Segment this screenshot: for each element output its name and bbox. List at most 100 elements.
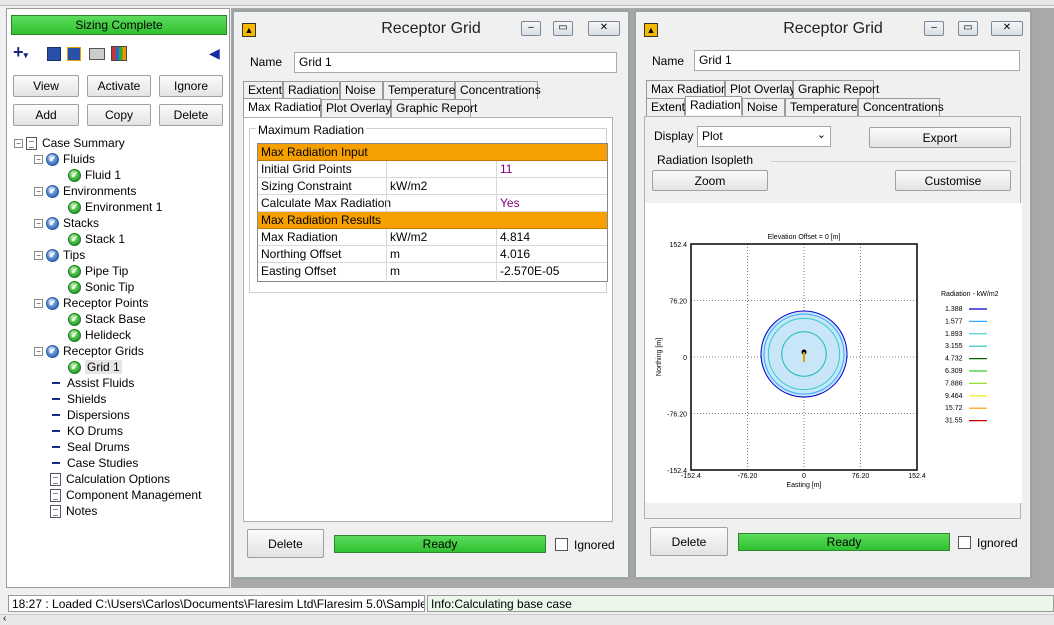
save-icon[interactable]	[47, 47, 61, 61]
collapse-arrow-icon[interactable]: ◀	[209, 45, 220, 62]
tab-temperature[interactable]: Temperature	[383, 81, 455, 99]
tab-extent[interactable]: Extent	[646, 98, 685, 116]
sidebar-toolbar: +▾ ◀	[11, 42, 227, 65]
collapse-toggle-icon[interactable]: −	[34, 154, 43, 164]
collapse-toggle-icon[interactable]: −	[34, 346, 43, 356]
add-menu-icon[interactable]: +▾	[13, 42, 28, 63]
scroll-left-icon[interactable]: ‹	[3, 613, 6, 624]
tab-content-panel: Maximum Radiation Max Radiation Input In…	[243, 117, 613, 522]
minimize-button[interactable]: ‒	[521, 21, 541, 36]
ready-status-bar: Ready	[738, 533, 950, 551]
radiation-isopleth-chart: Elevation Offset = 0 [m] -152.4 -76.20 0 76.…	[645, 203, 1022, 503]
tree-item-tips[interactable]: − ✓ Tips	[34, 247, 85, 263]
name-input[interactable]: Grid 1	[694, 50, 1020, 71]
tab-graphic-report[interactable]: Graphic Report	[391, 99, 477, 117]
ignore-button[interactable]: Ignore	[159, 75, 223, 97]
close-button[interactable]: ✕	[588, 21, 620, 36]
tree-item-assist-fluids[interactable]: Assist Fluids	[50, 375, 134, 391]
zoom-button[interactable]: Zoom	[652, 170, 768, 191]
ignored-checkbox[interactable]	[555, 538, 568, 551]
tab-radiation[interactable]: Radiation	[283, 81, 340, 99]
minimize-button[interactable]: ‒	[924, 21, 944, 36]
y-tick-label: 0	[683, 355, 687, 362]
check-ok-icon: ✓	[68, 168, 81, 182]
tree-item-dispersions[interactable]: Dispersions	[50, 407, 130, 423]
tab-temperature[interactable]: Temperature	[785, 98, 858, 116]
tree-item-shields[interactable]: Shields	[50, 391, 106, 407]
library-icon[interactable]	[111, 46, 127, 61]
ignored-checkbox[interactable]	[958, 536, 971, 549]
tab-concentrations[interactable]: Concentrations	[455, 81, 541, 99]
legend-label: 4.732	[945, 356, 963, 363]
tree-item-fluids[interactable]: − ✓ Fluids	[34, 151, 95, 167]
table-row[interactable]: Easting Offset m -2.570E-05	[258, 263, 607, 280]
name-input[interactable]: Grid 1	[294, 52, 617, 73]
tab-max-radiation[interactable]: Max Radiation	[243, 98, 325, 117]
tree-item-stack-1[interactable]: ✓ Stack 1	[68, 231, 125, 247]
collapse-toggle-icon[interactable]: −	[34, 218, 43, 228]
tree-item-ko-drums[interactable]: KO Drums	[50, 423, 123, 439]
collapse-toggle-icon[interactable]: −	[34, 186, 43, 196]
tree-item-sonic-tip[interactable]: ✓ Sonic Tip	[68, 279, 134, 295]
tree-item-pipe-tip[interactable]: ✓ Pipe Tip	[68, 263, 128, 279]
tab-graphic-report[interactable]: Graphic Report	[793, 80, 879, 98]
tab-radiation[interactable]: Radiation	[685, 96, 742, 115]
tab-noise[interactable]: Noise	[340, 81, 383, 99]
tree-item-case-studies[interactable]: Case Studies	[50, 455, 138, 471]
ignored-label: Ignored	[574, 538, 615, 552]
tree-item-receptor-grids[interactable]: − ✓ Receptor Grids	[34, 343, 144, 359]
activate-button[interactable]: Activate	[87, 75, 151, 97]
tree-item-stack-base[interactable]: ✓ Stack Base	[68, 311, 146, 327]
table-row[interactable]: Max Radiation kW/m2 4.814	[258, 229, 607, 246]
collapse-toggle-icon[interactable]: −	[34, 298, 43, 308]
tree-item-helideck[interactable]: ✓ Helideck	[68, 327, 131, 343]
row-label: Max Radiation	[261, 230, 338, 244]
check-status-icon: ✓	[46, 296, 59, 310]
collapse-toggle-icon[interactable]: −	[14, 138, 23, 148]
tree-item-grid-1[interactable]: ✓ Grid 1	[68, 359, 122, 375]
close-button[interactable]: ✕	[991, 21, 1023, 36]
tree-item-component-management[interactable]: Component Management	[50, 487, 201, 503]
tab-extent[interactable]: Extent	[243, 81, 283, 99]
tree-item-seal-drums[interactable]: Seal Drums	[50, 439, 130, 455]
restore-button[interactable]: ▭	[958, 21, 978, 36]
empty-node-icon	[52, 446, 60, 448]
table-row[interactable]: Initial Grid Points 11	[258, 161, 607, 178]
delete-grid-button[interactable]: Delete	[650, 527, 728, 556]
table-row[interactable]: Calculate Max Radiation Yes	[258, 195, 607, 212]
export-button[interactable]: Export	[869, 127, 1011, 148]
tree-label: Component Management	[66, 488, 202, 502]
row-value[interactable]: 11	[500, 162, 512, 176]
customise-button[interactable]: Customise	[895, 170, 1011, 191]
tree-item-environment-1[interactable]: ✓ Environment 1	[68, 199, 162, 215]
view-button[interactable]: View	[13, 75, 79, 97]
tree-item-receptor-points[interactable]: − ✓ Receptor Points	[34, 295, 148, 311]
tab-noise[interactable]: Noise	[742, 98, 785, 116]
delete-button[interactable]: Delete	[159, 104, 223, 126]
copy-button[interactable]: Copy	[87, 104, 151, 126]
row-label: Calculate Max Radiation	[261, 196, 392, 210]
delete-grid-button[interactable]: Delete	[247, 529, 324, 558]
tree-item-calculation-options[interactable]: Calculation Options	[50, 471, 170, 487]
tree-item-stacks[interactable]: − ✓ Stacks	[34, 215, 99, 231]
horizontal-scrollbar[interactable]: ‹	[0, 613, 1054, 625]
table-row[interactable]: Sizing Constraint kW/m2	[258, 178, 607, 195]
table-row[interactable]: Northing Offset m 4.016	[258, 246, 607, 263]
column-divider	[386, 229, 387, 283]
collapse-toggle-icon[interactable]: −	[34, 250, 43, 260]
tree-item-notes[interactable]: Notes	[50, 503, 97, 519]
restore-button[interactable]: ▭	[553, 21, 573, 36]
tree-item-case-summary[interactable]: − Case Summary	[14, 135, 125, 151]
tab-concentrations[interactable]: Concentrations	[858, 98, 944, 116]
sizing-status-banner: Sizing Complete	[11, 15, 227, 35]
print-icon[interactable]	[89, 48, 105, 60]
row-value[interactable]: Yes	[500, 196, 520, 210]
tab-plot-overlay[interactable]: Plot Overlay	[321, 99, 391, 117]
check-ok-icon: ✓	[68, 264, 81, 278]
tree-item-environments[interactable]: − ✓ Environments	[34, 183, 136, 199]
save-all-icon[interactable]	[67, 47, 81, 61]
top-toolbar-strip	[0, 0, 1054, 6]
tree-item-fluid-1[interactable]: ✓ Fluid 1	[68, 167, 121, 183]
display-select[interactable]: Plot ⌄	[697, 126, 831, 147]
add-button[interactable]: Add	[13, 104, 79, 126]
